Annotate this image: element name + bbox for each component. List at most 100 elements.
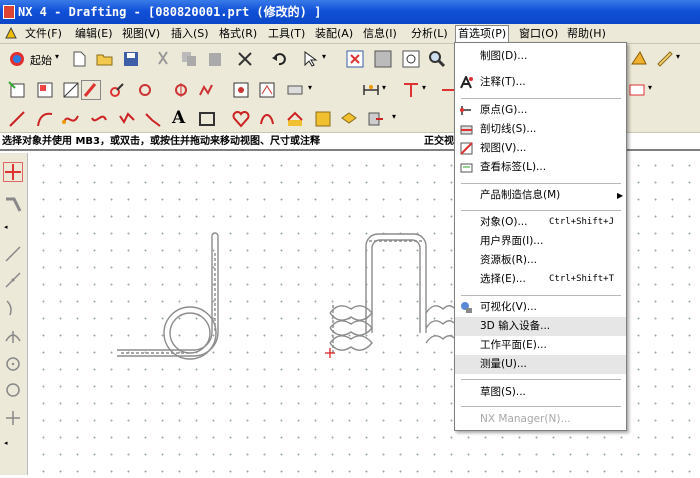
undo-icon[interactable]: [270, 50, 288, 68]
menu-item-selection[interactable]: 选择(E)... Ctrl+Shift+T: [455, 270, 626, 289]
menu-item-3d-input[interactable]: 3D 输入设备...: [455, 317, 626, 336]
detail-view-icon[interactable]: [172, 81, 190, 99]
origin-icon: [460, 104, 473, 117]
fit-spline-icon[interactable]: [118, 110, 136, 128]
menu-item-work-plane[interactable]: 工作平面(E)...: [455, 336, 626, 355]
title-bar: NX 4 - Drafting - [080820001.prt (修改的) ]: [0, 0, 700, 24]
break-view-icon[interactable]: [232, 81, 250, 99]
menu-item-palette[interactable]: 资源板(R)...: [455, 251, 626, 270]
edit-sheet-icon[interactable]: [81, 80, 101, 100]
angle-tool-icon[interactable]: [4, 327, 22, 345]
offset-curve-icon[interactable]: [258, 110, 276, 128]
wrap-curve-icon[interactable]: [366, 110, 384, 128]
menu-item-view[interactable]: 视图(V)...: [455, 139, 626, 158]
view-boundary-icon[interactable]: [258, 81, 276, 99]
new-sheet-icon[interactable]: [8, 81, 26, 99]
table-dropdown-icon[interactable]: ▾: [648, 83, 652, 92]
feature-control-icon[interactable]: [402, 81, 420, 99]
projected-view-icon[interactable]: [136, 81, 154, 99]
left-toolbar-toggle-1[interactable]: ◂: [4, 223, 8, 231]
table-icon[interactable]: [628, 81, 646, 99]
polyline-tool-icon[interactable]: [4, 271, 22, 289]
menu-help[interactable]: 帮助(H): [565, 26, 608, 42]
helix-icon[interactable]: [144, 110, 162, 128]
menu-item-sketch[interactable]: 草图(S)...: [455, 383, 626, 402]
open-sheet-icon[interactable]: [36, 81, 54, 99]
menu-view[interactable]: 视图(V): [120, 26, 162, 42]
menu-analysis[interactable]: 分析(L): [409, 26, 450, 42]
zoom-icon[interactable]: [428, 50, 446, 68]
status-right-text: 正交视: [424, 136, 454, 147]
select-dropdown-icon[interactable]: ▾: [322, 52, 326, 61]
select-filter-icon[interactable]: [4, 195, 22, 213]
preferences-menu: 制图(D)... 注释(T)... 原点(G)... 剖切线(S)... 视图(…: [454, 42, 627, 431]
menu-item-annotation[interactable]: 注释(T)...: [455, 73, 626, 92]
circle-tool-icon[interactable]: [4, 355, 22, 373]
menu-edit[interactable]: 编辑(E): [73, 26, 115, 42]
studio-spline-icon[interactable]: [90, 110, 108, 128]
start-button[interactable]: 起始: [30, 52, 52, 68]
menu-assembly[interactable]: 装配(A): [313, 26, 355, 42]
new-file-icon[interactable]: [70, 50, 88, 68]
line-tool-icon[interactable]: [4, 245, 22, 263]
cut-icon[interactable]: [154, 50, 172, 68]
view-dropdown-icon[interactable]: ▾: [308, 83, 312, 92]
menu-item-nx-manager[interactable]: NX Manager(N)...: [455, 410, 626, 429]
layer-settings-icon[interactable]: [630, 50, 648, 68]
section-view-icon[interactable]: [198, 81, 216, 99]
rectangle-icon[interactable]: [198, 110, 216, 128]
menu-file[interactable]: 文件(F): [23, 26, 64, 42]
menu-item-pmi[interactable]: 产品制造信息(M) ▶: [455, 186, 626, 205]
update-view-icon[interactable]: [286, 81, 304, 99]
bridge-curve-icon[interactable]: [286, 110, 304, 128]
menu-item-origin[interactable]: 原点(G)...: [455, 101, 626, 120]
menu-item-drafting[interactable]: 制图(D)...: [455, 47, 626, 66]
open-folder-icon[interactable]: [96, 50, 114, 68]
app-menu-icon[interactable]: [3, 25, 19, 41]
menu-tools[interactable]: 工具(T): [266, 26, 307, 42]
menu-window[interactable]: 窗口(O): [517, 26, 560, 42]
menu-info[interactable]: 信息(I): [361, 26, 399, 42]
heart-curve-icon[interactable]: [232, 110, 250, 128]
extract-curve-icon[interactable]: [340, 110, 358, 128]
left-toolbar-toggle-2[interactable]: ◂: [4, 439, 8, 447]
curve-dropdown-icon[interactable]: ▾: [392, 112, 396, 121]
point-tool-icon[interactable]: [4, 409, 22, 427]
line-icon[interactable]: [8, 110, 26, 128]
arc-icon[interactable]: [36, 110, 54, 128]
menu-item-view-label[interactable]: 查看标签(L)...: [455, 158, 626, 177]
base-view-icon[interactable]: [108, 81, 126, 99]
start-dropdown-icon[interactable]: ▾: [55, 52, 59, 61]
menu-format[interactable]: 格式(R): [217, 26, 259, 42]
arc-tool-icon[interactable]: [4, 381, 22, 399]
fit-view-icon[interactable]: [346, 50, 364, 68]
dimension-dropdown-icon[interactable]: ▾: [382, 83, 386, 92]
menu-separator: [461, 210, 621, 211]
feature-dropdown-icon[interactable]: ▾: [422, 83, 426, 92]
menu-insert[interactable]: 插入(S): [169, 26, 211, 42]
menu-item-object[interactable]: 对象(O)... Ctrl+Shift+J: [455, 213, 626, 232]
view-icon: [460, 142, 473, 155]
snap-point-icon[interactable]: [3, 162, 23, 182]
ruler-dropdown-icon[interactable]: ▾: [676, 52, 680, 61]
zoom-window-icon[interactable]: [374, 50, 392, 68]
text-icon[interactable]: A: [172, 109, 190, 127]
project-curve-icon[interactable]: [314, 110, 332, 128]
dimension-icon[interactable]: [362, 81, 380, 99]
zoom-rect-icon[interactable]: [402, 50, 420, 68]
save-icon[interactable]: [122, 50, 140, 68]
nx-start-icon[interactable]: [8, 50, 26, 68]
curve-tool-icon[interactable]: [4, 299, 22, 317]
paste-icon[interactable]: [206, 50, 224, 68]
menu-item-visualization[interactable]: 可视化(V)...: [455, 298, 626, 317]
delete-icon[interactable]: [236, 50, 254, 68]
ruler-icon[interactable]: [656, 50, 674, 68]
torsion-spring-right: [325, 233, 455, 358]
menu-item-measure[interactable]: 测量(U)...: [455, 355, 626, 374]
copy-icon[interactable]: [180, 50, 198, 68]
display-sheet-icon[interactable]: [62, 81, 80, 99]
menu-item-section-line[interactable]: 剖切线(S)...: [455, 120, 626, 139]
spline-icon[interactable]: [62, 110, 80, 128]
menu-item-user-interface[interactable]: 用户界面(I)...: [455, 232, 626, 251]
select-cursor-icon[interactable]: [302, 50, 320, 68]
